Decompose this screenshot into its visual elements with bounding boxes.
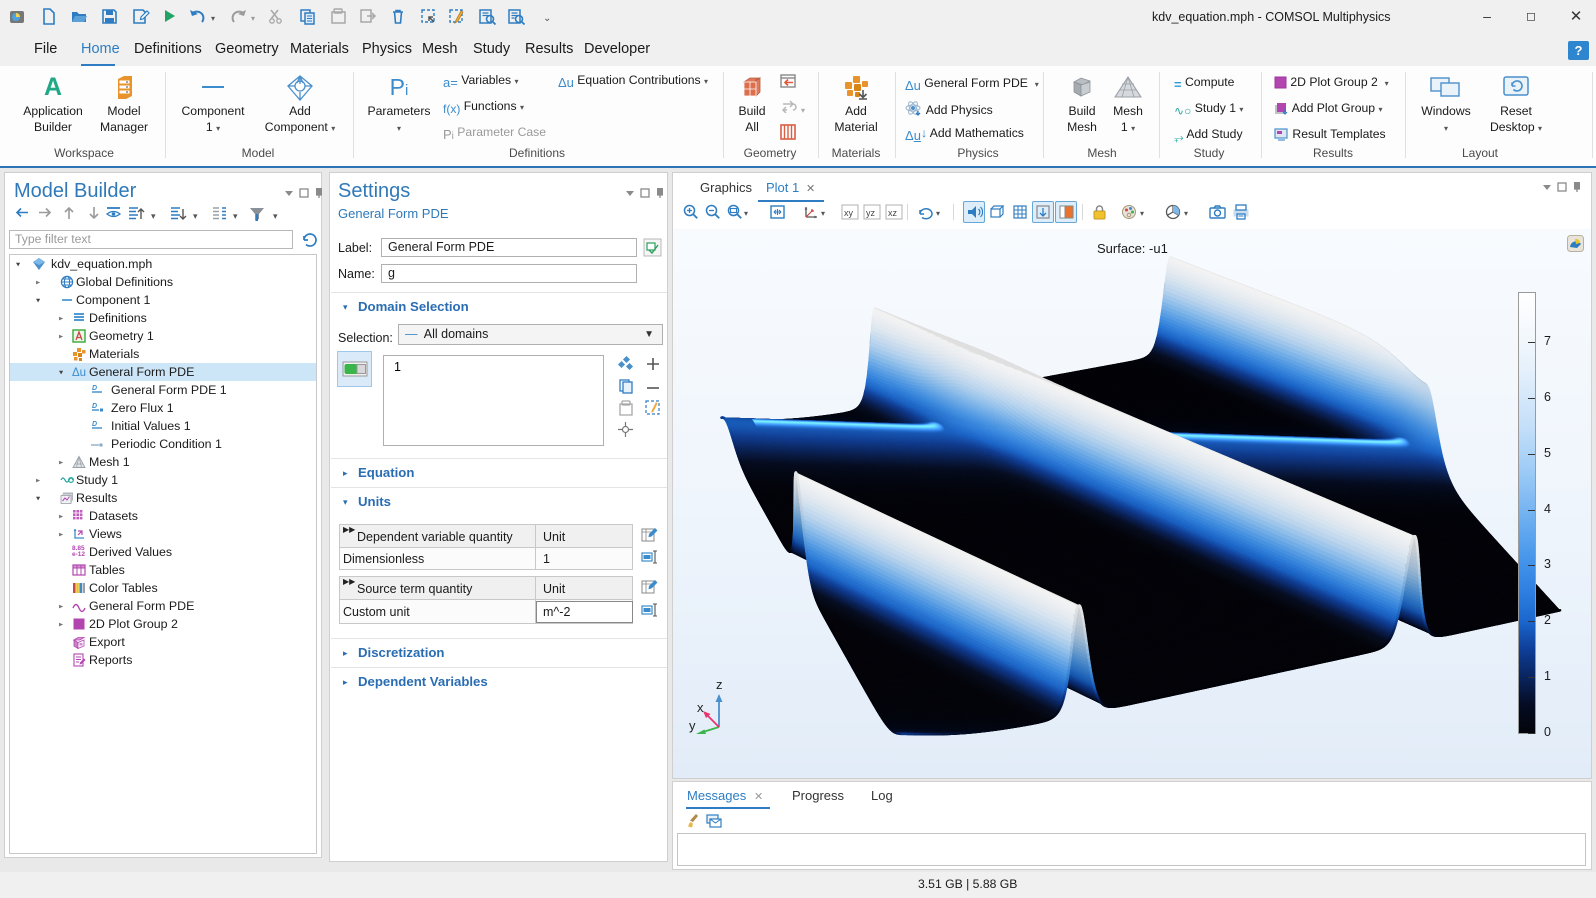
- svg-text:z: z: [716, 677, 723, 692]
- svg-text:xz: xz: [888, 208, 898, 218]
- svg-text:D: D: [92, 403, 97, 410]
- svg-text:yz: yz: [866, 208, 876, 218]
- svg-text:D: D: [92, 385, 97, 392]
- svg-text:y: y: [689, 718, 696, 733]
- svg-text:x: x: [697, 700, 704, 715]
- svg-text:D: D: [92, 421, 97, 428]
- svg-text:xy: xy: [844, 208, 854, 218]
